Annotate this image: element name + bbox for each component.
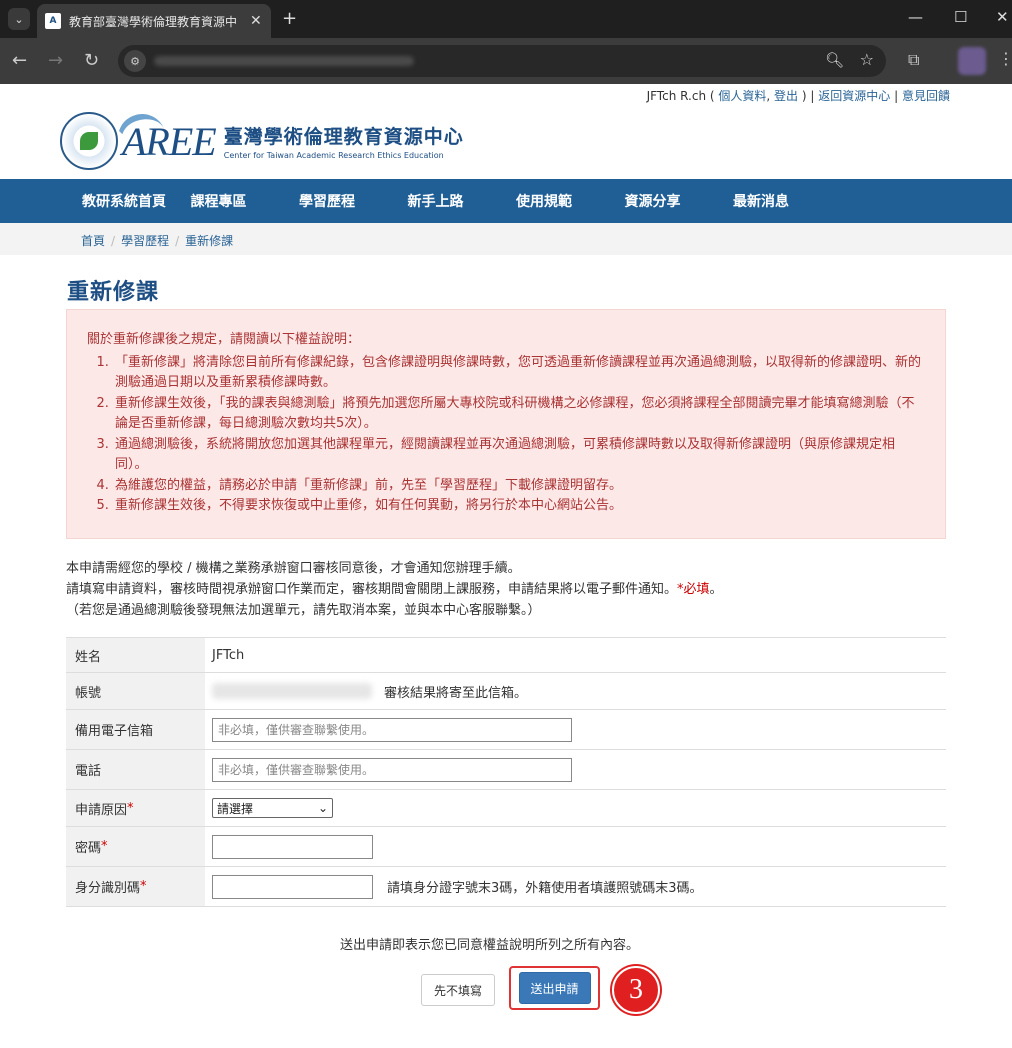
address-bar[interactable]: ⚙ 🔍︎ ☆ [118,45,886,77]
logo-english-name: Center for Taiwan Academic Research Ethi… [223,151,444,160]
submit-highlight: 送出申請 [509,966,600,1010]
form-row-id: 身分識別碼 * 請填身分證字號末3碼，外籍使用者填護照號碼末3碼。 [66,867,946,907]
nav-item-resources[interactable]: 資源分享 [625,191,734,211]
account-hint: 審核結果將寄至此信箱。 [384,685,528,701]
browser-toolbar: ← → ↻ ⚙ 🔍︎ ☆ ⧉ ⋮ [0,38,1012,84]
separator: ) | [801,89,815,103]
breadcrumb-learning-history[interactable]: 學習歷程 [121,234,169,248]
backup-email-label: 備用電子信箱 [66,710,205,749]
notice-item: 重新修課生效後，「我的課表與總測驗」將預先加選您所屬大專校院或科研機構之必修課程… [113,394,925,435]
breadcrumb-current: 重新修課 [185,234,234,248]
reason-label: 申請原因 * [66,790,205,826]
browser-tab[interactable]: A 教育部臺灣學術倫理教育資源中 ✕ [37,4,271,38]
submit-button[interactable]: 送出申請 [518,972,591,1004]
profile-link[interactable]: 個人資料 [718,89,766,103]
form-row-reason: 申請原因 * 請選擇 ⌄ [66,790,946,827]
address-url-blurred [154,56,414,66]
feedback-link[interactable]: 意見回饋 [902,89,950,103]
separator: , [766,89,771,103]
breadcrumb-bar: 首頁 / 學習歷程 / 重新修課 [0,223,1012,255]
ministry-of-education-seal-icon [60,112,118,170]
phone-field[interactable]: 非必填，僅供審查聯繫使用。 [212,757,572,782]
name-label: 姓名 [66,638,205,672]
agreement-text: 送出申請即表示您已同意權益說明所列之所有內容。 [340,938,640,953]
nav-item-getting-started[interactable]: 新手上路 [408,191,517,211]
site-logo[interactable]: AREE 臺灣學術倫理教育資源中心 Center for Taiwan Acad… [60,106,464,170]
step-number-badge: 3 [612,966,660,1014]
extensions-icon[interactable]: ⧉ [908,50,919,70]
intro-text: 本申請需經您的學校 / 機構之業務承辦窗口審核同意後，才會通知您辦理手續。 請填… [66,558,723,621]
logout-link[interactable]: 登出 [774,89,798,103]
form-row-name: 姓名 JFTch [66,638,946,673]
user-links: JFTch R.ch ( 個人資料, 登出 ) | 返回資源中心 | 意見回饋 [647,87,950,104]
tab-search-icon[interactable]: ⌄ [8,8,30,30]
maximize-icon[interactable]: ☐ [954,8,967,26]
phone-label: 電話 [66,750,205,789]
required-note: *必填 [677,582,710,597]
user-name: JFTch R.ch ( [646,89,715,103]
reload-icon[interactable]: ↻ [84,50,99,71]
intro-line: 本申請需經您的學校 / 機構之業務承辦窗口審核同意後，才會通知您辦理手續。 [66,561,521,576]
profile-avatar[interactable] [958,47,986,75]
back-icon[interactable]: ← [12,50,27,71]
password-label: 密碼 * [66,827,205,866]
intro-line: （若您是通過總測驗後發現無法加選單元，請先取消本案，並與本中心客服聯繫。） [66,603,541,618]
zoom-icon[interactable]: 🔍︎ [825,51,844,69]
nav-item-learning-history[interactable]: 學習歷程 [299,191,408,211]
main-nav: 教研系統首頁 課程專區 學習歷程 新手上路 使用規範 資源分享 最新消息 [0,179,1012,223]
browser-menu-icon[interactable]: ⋮ [998,49,1012,68]
favicon-icon: A [45,13,61,29]
form-row-backup-email: 備用電子信箱 非必填，僅供審查聯繫使用。 [66,710,946,750]
account-label: 帳號 [66,673,205,709]
notice-title: 關於重新修課後之規定，請閱讀以下權益說明： [87,332,361,347]
account-value-blurred [212,683,372,699]
notice-item: 「重新修課」將清除您目前所有修課紀錄，包含修課證明與修課時數，您可透過重新修讀課… [113,353,925,394]
form-row-account: 帳號 審核結果將寄至此信箱。 [66,673,946,710]
minimize-icon[interactable]: — [908,8,923,26]
nav-item-courses[interactable]: 課程專區 [191,191,300,211]
bookmark-star-icon[interactable]: ☆ [860,50,874,69]
breadcrumb: 首頁 / 學習歷程 / 重新修課 [81,234,234,248]
page-title: 重新修課 [67,280,160,305]
logo-chinese-name: 臺灣學術倫理教育資源中心 [223,126,464,148]
id-code-field[interactable] [212,874,373,899]
form-row-phone: 電話 非必填，僅供審查聯繫使用。 [66,750,946,790]
nav-item-system-home[interactable]: 教研系統首頁 [82,191,191,211]
reason-select[interactable]: 請選擇 ⌄ [212,798,333,818]
rights-notice: 關於重新修課後之規定，請閱讀以下權益說明： 「重新修課」將清除您目前所有修課紀錄… [66,309,946,539]
nav-item-news[interactable]: 最新消息 [733,191,842,211]
separator: | [894,89,899,103]
aree-logo: AREE [111,106,217,169]
browser-tabbar: ⌄ A 教育部臺灣學術倫理教育資源中 ✕ + — ☐ ✕ [0,0,1012,38]
new-tab-icon[interactable]: + [282,8,297,29]
id-hint: 請填身分證字號末3碼，外籍使用者填護照號碼末3碼。 [387,881,703,896]
notice-item: 為維護您的權益，請務必於申請「重新修課」前，先至「學習歷程」下載修課證明留存。 [113,476,925,497]
nav-item-terms[interactable]: 使用規範 [516,191,625,211]
skip-button[interactable]: 先不填寫 [421,974,495,1006]
forward-icon[interactable]: → [48,50,63,71]
name-value: JFTch [212,647,245,663]
password-field[interactable] [212,834,373,859]
notice-item: 重新修課生效後，不得要求恢復或中止重修，如有任何異動，將另行於本中心網站公告。 [113,496,925,517]
site-info-icon[interactable]: ⚙ [124,50,146,72]
form-row-password: 密碼 * [66,827,946,867]
breadcrumb-home[interactable]: 首頁 [81,234,105,248]
tab-close-icon[interactable]: ✕ [250,13,262,29]
tab-title: 教育部臺灣學術倫理教育資源中 [69,14,238,29]
web-page: JFTch R.ch ( 個人資料, 登出 ) | 返回資源中心 | 意見回饋 … [0,84,1012,1048]
application-form: 姓名 JFTch 帳號 審核結果將寄至此信箱。 備用電子信箱 非必填，僅供審查聯… [66,637,946,907]
back-to-center-link[interactable]: 返回資源中心 [818,89,890,103]
notice-item: 通過總測驗後，系統將開放您加選其他課程單元，經閱讀課程並再次通過總測驗，可累積修… [113,435,925,476]
chevron-down-icon: ⌄ [317,801,328,815]
intro-line: 請填寫申請資料，審核時間視承辦窗口作業而定，審核期間會關閉上課服務，申請結果將以… [66,582,723,597]
window-close-icon[interactable]: ✕ [996,8,1009,26]
id-label: 身分識別碼 * [66,867,205,906]
backup-email-field[interactable]: 非必填，僅供審查聯繫使用。 [212,717,572,742]
